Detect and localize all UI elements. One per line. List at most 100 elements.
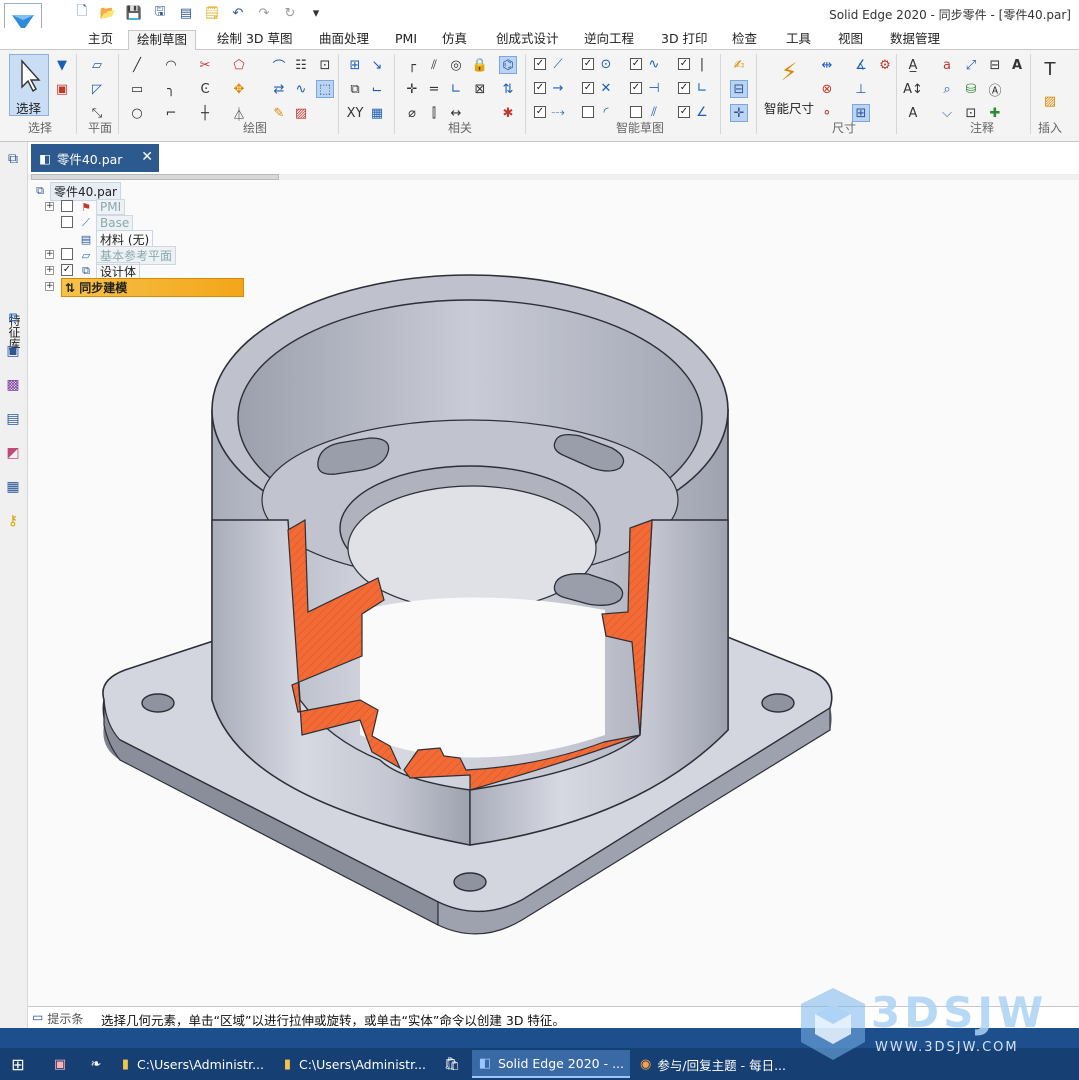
tab-reverse-engineering[interactable]: 逆向工程 <box>576 30 642 50</box>
intellisketch-checkbox[interactable]: ✓ <box>678 106 690 118</box>
taskbar-explorer-2[interactable]: ▮ C:\Users\Administr... <box>276 1050 432 1078</box>
graphics-window[interactable] <box>28 180 1079 1006</box>
datum-target-icon[interactable]: Ⓐ <box>986 80 1004 99</box>
grid-icon[interactable]: ▦ <box>368 104 386 122</box>
customize-qat-icon[interactable]: ▾ <box>306 4 326 22</box>
angle-between-icon[interactable]: ∡ <box>852 56 870 74</box>
delete-relation-icon[interactable]: ✱ <box>499 104 517 122</box>
filter-icon[interactable]: ▼ <box>53 56 71 74</box>
constraint-assistant-icon[interactable]: ✍ <box>730 56 748 74</box>
point-on-icon[interactable]: ⌀ <box>403 104 421 122</box>
callout-icon[interactable]: A̲ <box>904 56 922 74</box>
equal-icon[interactable]: = <box>425 80 443 98</box>
offset-icon[interactable]: ⬠ <box>230 56 248 74</box>
symmetry-icon[interactable]: ⇄ <box>270 80 288 98</box>
visibility-checkbox[interactable] <box>61 200 73 212</box>
tab-home[interactable]: 主页 <box>80 30 121 50</box>
dimension-style-icon[interactable]: ⚙ <box>876 56 894 74</box>
target-icon[interactable]: ✛ <box>730 104 748 122</box>
connect-icon[interactable]: ↘ <box>368 56 386 74</box>
selection-manager-icon[interactable]: ▣ <box>53 80 71 98</box>
intellisketch-checkbox[interactable]: ✓ <box>534 58 546 70</box>
intellisketch-checkbox[interactable]: ✓ <box>582 58 594 70</box>
tree-root[interactable]: ⧉ 零件40.par <box>33 181 121 201</box>
insert-image-icon[interactable]: ▨ <box>1041 92 1059 110</box>
save-all-icon[interactable]: 🖫 <box>150 4 170 22</box>
tab-surfacing[interactable]: 曲面处理 <box>311 30 377 50</box>
taskbar-firefox[interactable]: ◉ 参与/回复主题 - 每日... <box>634 1050 792 1078</box>
text-style-icon[interactable]: A <box>904 104 922 122</box>
line-icon[interactable]: ╱ <box>128 56 146 74</box>
tab-inspect[interactable]: 检查 <box>724 30 765 50</box>
lock-icon[interactable]: 🔒 <box>471 56 489 74</box>
corner-icon[interactable]: ⌙ <box>368 80 386 98</box>
connect-relation-icon[interactable]: ✛ <box>403 80 421 98</box>
expand-icon[interactable]: + <box>45 250 54 259</box>
expand-icon[interactable]: + <box>45 266 54 275</box>
text-icon[interactable]: A <box>1008 56 1026 74</box>
save-icon[interactable]: 💾 <box>124 4 144 22</box>
rectangle-icon[interactable]: ▭ <box>128 80 146 98</box>
text-box-icon[interactable]: ⊟ <box>986 56 1004 74</box>
weld-symbol-icon[interactable]: ⌵ <box>938 104 956 122</box>
fillet-icon[interactable]: ╮ <box>162 80 180 98</box>
open-file-icon[interactable]: 📂 <box>98 4 118 22</box>
relation-assistant-icon[interactable]: ⌬ <box>499 56 517 74</box>
symmetric-diameter-icon[interactable]: ⊗ <box>818 80 836 98</box>
key-icon[interactable]: ⚷ <box>4 512 22 530</box>
sketch-view-icon[interactable]: ⬚ <box>316 80 334 98</box>
visibility-checkbox[interactable] <box>61 248 73 260</box>
chamfer-icon[interactable]: ⌐ <box>162 104 180 122</box>
rendering-icon[interactable]: ◩ <box>4 444 22 462</box>
expand-icon[interactable]: + <box>45 202 54 211</box>
tangent-icon[interactable]: ⊠ <box>471 80 489 98</box>
intellisketch-checkbox[interactable] <box>630 106 642 118</box>
xy-icon[interactable]: XY <box>346 104 364 122</box>
taskbar-solid-edge[interactable]: ◧ Solid Edge 2020 - ... <box>472 1050 630 1078</box>
layers-icon[interactable]: ▣ <box>4 342 22 360</box>
tab-view[interactable]: 视图 <box>830 30 871 50</box>
tab-generative-design[interactable]: 创成式设计 <box>488 30 567 50</box>
perpendicular-icon[interactable]: ∟ <box>447 80 465 98</box>
tree-item-synchronous[interactable]: + ⇅ 同步建模 <box>45 277 244 297</box>
trim-icon[interactable]: ✂ <box>196 56 214 74</box>
notes-icon[interactable]: 🗒 <box>202 4 222 22</box>
tab-data-management[interactable]: 数据管理 <box>882 30 948 50</box>
leader-icon[interactable]: ⤢ <box>962 56 980 74</box>
tab-3d-print[interactable]: 3D 打印 <box>653 30 716 50</box>
text-size-icon[interactable]: A↕ <box>903 80 923 98</box>
intellisketch-checkbox[interactable] <box>582 106 594 118</box>
visibility-checkbox[interactable] <box>61 216 73 228</box>
balloon-icon[interactable]: a <box>938 56 956 74</box>
tab-3d-sketch[interactable]: 绘制 3D 草图 <box>209 30 301 50</box>
intellisketch-checkbox[interactable]: ✓ <box>534 82 546 94</box>
visibility-checkbox[interactable]: ✓ <box>61 264 73 276</box>
split-icon[interactable]: ┼ <box>196 104 214 122</box>
curve-icon[interactable]: ∿ <box>292 80 310 98</box>
insert-text-icon[interactable]: T <box>1041 59 1059 80</box>
construction-icon[interactable]: ⊡ <box>316 56 334 74</box>
taskbar-explorer-1[interactable]: ▮ C:\Users\Administr... <box>114 1050 270 1078</box>
document-tab[interactable]: ◧ 零件40.par ✕ <box>31 144 159 172</box>
horizontal-vertical-icon[interactable]: ┌ <box>403 56 421 74</box>
project-icon[interactable]: ⌒ <box>270 56 288 75</box>
tab-tools[interactable]: 工具 <box>778 30 819 50</box>
concentric-icon[interactable]: ◎ <box>447 56 465 74</box>
parts-library-icon[interactable]: ⧈ <box>4 308 22 326</box>
new-file-icon[interactable]: 🗋 <box>72 4 92 22</box>
rigid-set-icon[interactable]: ⇅ <box>499 80 517 98</box>
collinear-icon[interactable]: ⫿ <box>425 104 443 122</box>
tab-sketch[interactable]: 绘制草图 <box>128 30 197 50</box>
table-icon[interactable]: ⊞ <box>346 56 364 74</box>
tree-item-pmi[interactable]: + ⚑ PMI <box>45 199 126 215</box>
parallel-icon[interactable]: ⫽ <box>425 56 443 74</box>
dimension-axis-icon[interactable]: ⊟ <box>730 80 748 98</box>
intellisketch-checkbox[interactable]: ✓ <box>582 82 594 94</box>
pencil-icon[interactable]: ✎ <box>270 104 288 122</box>
taskbar-app-pinned[interactable]: ▣ <box>44 1050 76 1078</box>
close-icon[interactable]: ✕ <box>141 149 153 165</box>
smart-dimension-icon[interactable]: ⚡ <box>772 56 806 88</box>
coordinate-dimension-icon[interactable]: ⊥ <box>852 80 870 98</box>
properties-icon[interactable]: ▤ <box>176 4 196 22</box>
arc-icon[interactable]: ◠ <box>162 56 180 74</box>
